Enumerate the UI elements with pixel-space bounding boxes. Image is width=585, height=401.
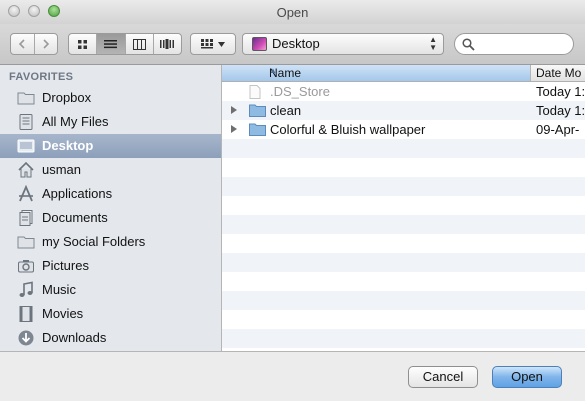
file-name: .DS_Store xyxy=(270,84,330,99)
location-popup[interactable]: Desktop ▲ ▼ xyxy=(242,33,444,55)
sidebar-item-label: my Social Folders xyxy=(42,234,146,249)
sidebar-item-label: Applications xyxy=(42,186,113,201)
folder-icon xyxy=(249,123,266,136)
sidebar-item-label: Dropbox xyxy=(42,90,92,105)
file-name: clean xyxy=(270,103,302,118)
arrange-grid-icon xyxy=(201,39,213,49)
list-stripe xyxy=(222,272,585,291)
folder-icon xyxy=(17,92,35,105)
cover-flow-icon xyxy=(160,39,175,49)
sidebar-item-label: Desktop xyxy=(42,138,94,153)
window-title: Open xyxy=(276,5,309,20)
view-mode-selector xyxy=(68,33,182,55)
column-headers: Name ▲ Date Mo xyxy=(222,65,585,82)
table-row[interactable]: clean Today 1: xyxy=(222,101,585,120)
folder-icon xyxy=(17,236,35,249)
favorites-heading: FAVORITES xyxy=(9,71,74,83)
sidebar-item-label: Documents xyxy=(42,210,108,225)
sidebar-item-downloads[interactable]: Downloads xyxy=(0,326,221,350)
sidebar-item-label: Music xyxy=(42,282,76,297)
sidebar-item-music[interactable]: Music xyxy=(0,278,221,302)
name-column-header[interactable]: Name ▲ xyxy=(222,65,531,81)
list-stripe xyxy=(222,310,585,329)
search-field[interactable] xyxy=(454,33,574,55)
desktop-icon xyxy=(17,139,35,153)
sidebar-item-label: Pictures xyxy=(42,258,89,273)
list-stripe xyxy=(222,291,585,310)
list-stripe xyxy=(222,253,585,272)
list-view-button[interactable] xyxy=(97,34,126,54)
chevron-down-icon xyxy=(218,41,225,47)
file-date: 09-Apr- xyxy=(536,122,580,137)
list-lines-icon xyxy=(104,40,118,49)
column-view-button[interactable] xyxy=(126,34,154,54)
list-stripe xyxy=(222,196,585,215)
file-list: Name ▲ Date Mo .DS_Store Today 1: clean … xyxy=(222,65,585,351)
title-bar: Open xyxy=(0,0,585,24)
disclosure-triangle-icon[interactable] xyxy=(231,106,237,114)
columns-icon xyxy=(132,38,146,50)
file-date: Today 1: xyxy=(536,103,585,118)
forward-button[interactable] xyxy=(35,34,58,54)
sidebar-item-my-social-folders[interactable]: my Social Folders xyxy=(0,230,221,254)
sidebar-item-label: Downloads xyxy=(42,330,107,345)
history-navigation xyxy=(10,33,58,55)
open-button[interactable]: Open xyxy=(492,366,562,388)
list-stripe xyxy=(222,158,585,177)
list-stripe xyxy=(222,234,585,253)
folder-icon xyxy=(249,104,266,117)
applications-icon xyxy=(19,185,33,202)
toolbar: Desktop ▲ ▼ xyxy=(0,24,585,65)
search-icon xyxy=(462,38,475,51)
sidebar-item-applications[interactable]: Applications xyxy=(0,182,221,206)
file-date: Today 1: xyxy=(536,84,585,99)
icon-view-button[interactable] xyxy=(69,34,98,54)
documents-icon xyxy=(19,210,33,226)
film-icon xyxy=(19,306,33,322)
chevron-left-icon xyxy=(19,39,25,49)
list-stripe xyxy=(222,215,585,234)
sort-ascending-icon: ▲ xyxy=(269,66,277,75)
sidebar-item-label: All My Files xyxy=(42,114,109,129)
list-stripe xyxy=(222,177,585,196)
home-icon xyxy=(18,161,34,178)
date-modified-column-header[interactable]: Date Mo xyxy=(536,66,581,80)
icon-grid-icon xyxy=(78,39,88,49)
list-stripe xyxy=(222,139,585,158)
download-icon xyxy=(18,330,34,346)
music-note-icon xyxy=(19,281,33,297)
table-row[interactable]: .DS_Store Today 1: xyxy=(222,82,585,101)
list-stripe xyxy=(222,329,585,348)
chevron-right-icon xyxy=(43,39,49,49)
arrange-button[interactable] xyxy=(191,34,235,54)
sidebar: FAVORITES Dropbox All My Files Desktop u… xyxy=(0,65,221,351)
sidebar-item-label: usman xyxy=(42,162,82,177)
sidebar-item-all-my-files[interactable]: All My Files xyxy=(0,110,221,134)
document-icon xyxy=(249,85,261,99)
sidebar-item-documents[interactable]: Documents xyxy=(0,206,221,230)
cover-flow-button[interactable] xyxy=(154,34,181,54)
popup-arrows-icon: ▲ ▼ xyxy=(429,35,437,52)
sidebar-item-pictures[interactable]: Pictures xyxy=(0,254,221,278)
desktop-folder-icon xyxy=(252,37,267,51)
sidebar-item-label: Movies xyxy=(42,306,84,321)
all-files-icon xyxy=(19,114,33,130)
location-label: Desktop xyxy=(272,36,320,51)
sidebar-item-desktop[interactable]: Desktop xyxy=(0,134,221,158)
cancel-button[interactable]: Cancel xyxy=(408,366,478,388)
disclosure-triangle-icon[interactable] xyxy=(231,125,237,133)
sidebar-item-dropbox[interactable]: Dropbox xyxy=(0,86,221,110)
back-button[interactable] xyxy=(11,34,35,54)
camera-icon xyxy=(18,260,34,273)
table-row[interactable]: Colorful & Bluish wallpaper 09-Apr- xyxy=(222,120,585,139)
file-name: Colorful & Bluish wallpaper xyxy=(270,122,426,137)
sidebar-item-movies[interactable]: Movies xyxy=(0,302,221,326)
sidebar-item-usman[interactable]: usman xyxy=(0,158,221,182)
dialog-footer: Cancel Open xyxy=(0,351,585,401)
arrange-menu-button[interactable] xyxy=(190,33,236,55)
